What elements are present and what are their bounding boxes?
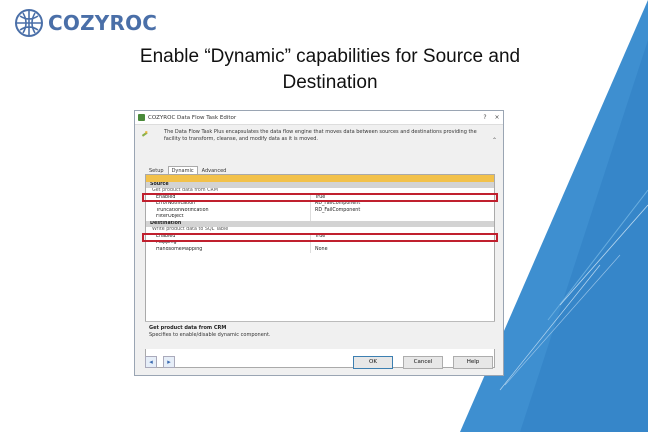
- footer-icons: ◂ ▸: [145, 356, 175, 368]
- brand-logo: COZYROC: [14, 8, 157, 38]
- cancel-button[interactable]: Cancel: [403, 355, 443, 369]
- description-text: The Data Flow Task Plus encapsulates the…: [164, 129, 477, 142]
- globe-logo-icon: [15, 9, 43, 37]
- task-icon: [141, 131, 148, 137]
- dialog-footer: ◂ ▸ OK Cancel Help: [145, 355, 493, 369]
- slide-title-line1: Enable “Dynamic” capabilities for Source…: [139, 46, 521, 67]
- close-window-button[interactable]: ×: [491, 114, 503, 121]
- data-flow-task-editor-dialog: COZYROC Data Flow Task Editor ? × The Da…: [134, 110, 504, 376]
- dialog-titlebar: COZYROC Data Flow Task Editor ? ×: [135, 111, 503, 125]
- source-enabled-highlight: [142, 193, 498, 202]
- ok-button[interactable]: OK: [353, 355, 393, 369]
- brand-name: COZYROC: [48, 11, 158, 35]
- app-icon: [138, 114, 145, 121]
- back-arrow-icon[interactable]: ◂: [145, 356, 157, 368]
- dialog-description: The Data Flow Task Plus encapsulates the…: [141, 129, 497, 149]
- dialog-title: COZYROC Data Flow Task Editor: [148, 114, 237, 121]
- help-window-button[interactable]: ?: [479, 114, 491, 121]
- dialog-buttons: OK Cancel Help: [353, 355, 493, 369]
- collapse-chevron-icon[interactable]: ⌃: [492, 137, 497, 144]
- slide-title: Enable “Dynamic” capabilities for Source…: [60, 44, 600, 96]
- help-button[interactable]: Help: [453, 355, 493, 369]
- forward-arrow-icon[interactable]: ▸: [163, 356, 175, 368]
- destination-handsome-mapping-property[interactable]: HandsomeMapping None: [146, 246, 494, 253]
- help-title: Get product data from CRM: [149, 325, 227, 331]
- destination-enabled-highlight: [142, 233, 498, 242]
- property-help-panel: Get product data from CRM Specifies to e…: [145, 321, 495, 349]
- help-text: Specifies to enable/disable dynamic comp…: [149, 332, 271, 338]
- slide-title-line2: Destination: [282, 72, 378, 93]
